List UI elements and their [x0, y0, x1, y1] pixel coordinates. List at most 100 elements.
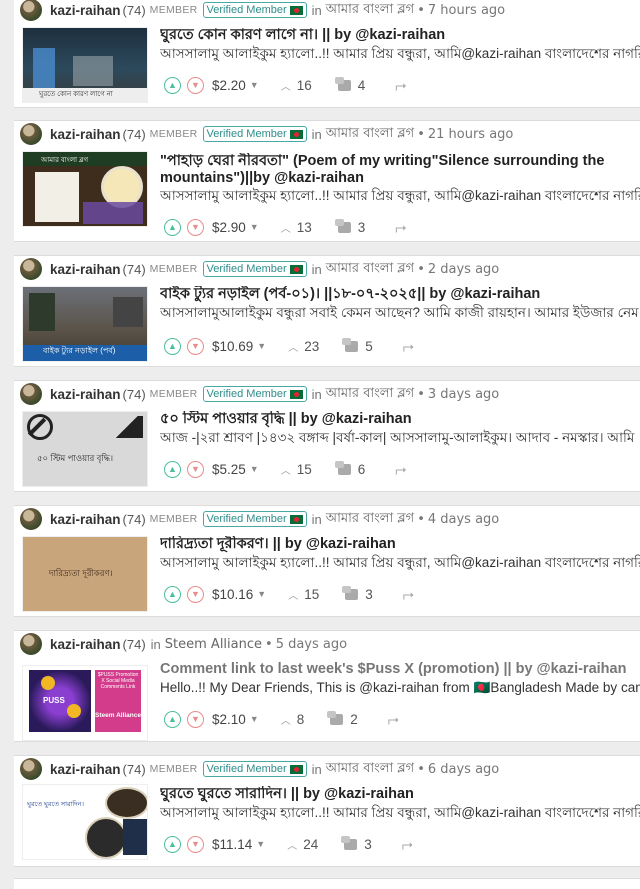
post-payout[interactable]: $2.90: [212, 220, 246, 235]
post-thumbnail[interactable]: দারিদ্র্যতা দূরীকরণ।: [22, 536, 148, 612]
post-thumbnail[interactable]: ঘুরতে কোন কারণ লাগে না: [22, 27, 148, 103]
community-link[interactable]: আমার বাংলা ব্লগ: [326, 259, 414, 280]
community-link[interactable]: আমার বাংলা ব্লগ: [326, 384, 414, 405]
caret-down-icon[interactable]: ▼: [250, 80, 259, 90]
upvote-icon[interactable]: ▲: [164, 218, 181, 236]
post-thumbnail[interactable]: ৫০ স্টিম পাওয়ার বৃদ্ধি।: [22, 411, 148, 487]
downvote-icon[interactable]: ▼: [187, 460, 204, 478]
comment-count[interactable]: 3: [341, 835, 372, 852]
vote-count[interactable]: ︿ 24: [287, 837, 318, 852]
community-link[interactable]: আমার বাংলা ব্লগ: [326, 124, 414, 145]
downvote-icon[interactable]: ▼: [187, 76, 204, 94]
chevron-up-icon: ︿: [288, 342, 299, 354]
community-link[interactable]: আমার বাংলা ব্লগ: [326, 759, 414, 780]
post-time[interactable]: 4 days ago: [428, 512, 499, 527]
caret-down-icon[interactable]: ▼: [250, 464, 259, 474]
caret-down-icon[interactable]: ▼: [250, 222, 259, 232]
downvote-icon[interactable]: ▼: [187, 835, 204, 853]
post-payout[interactable]: $10.69: [212, 339, 253, 354]
vote-count[interactable]: ︿ 15: [281, 462, 312, 477]
resteem-icon[interactable]: ⮣: [395, 77, 406, 94]
resteem-icon[interactable]: ⮣: [395, 461, 406, 478]
comment-count[interactable]: 2: [327, 710, 358, 727]
author-link[interactable]: kazi-raihan: [50, 127, 121, 142]
post-title[interactable]: ৫০ স্টিম পাওয়ার বৃদ্ধি || by @kazi-raih…: [160, 411, 640, 428]
post-payout[interactable]: $5.25: [212, 462, 246, 477]
author-link[interactable]: kazi-raihan: [50, 387, 121, 402]
author-link[interactable]: kazi-raihan: [50, 512, 121, 527]
comment-count[interactable]: 5: [342, 337, 373, 354]
comment-count[interactable]: 3: [342, 585, 373, 602]
post-time[interactable]: 3 days ago: [428, 387, 499, 402]
author-link[interactable]: kazi-raihan: [50, 3, 121, 18]
post-excerpt[interactable]: আজ -|২রা শ্রাবণ |১৪৩২ বঙ্গাব্দ |বর্ষা-কা…: [160, 429, 640, 446]
author-link[interactable]: kazi-raihan: [50, 762, 121, 777]
vote-count[interactable]: ︿ 23: [288, 339, 319, 354]
post-excerpt[interactable]: আসসালামু আলাইকুম হ্যালো..!! আমার প্রিয় …: [160, 45, 640, 62]
community-link[interactable]: Steem Alliance: [165, 637, 262, 652]
resteem-icon[interactable]: ⮣: [403, 338, 414, 355]
post-time[interactable]: 5 days ago: [276, 637, 347, 652]
caret-down-icon[interactable]: ▼: [256, 839, 265, 849]
vote-count[interactable]: ︿ 15: [288, 587, 319, 602]
comment-count[interactable]: 6: [334, 460, 365, 477]
resteem-icon[interactable]: ⮣: [395, 219, 406, 236]
upvote-icon[interactable]: ▲: [164, 585, 181, 603]
resteem-icon[interactable]: ⮣: [403, 586, 414, 603]
post-thumbnail[interactable]: আমার বাংলা ব্লগ: [22, 151, 148, 227]
caret-down-icon[interactable]: ▼: [257, 341, 266, 351]
post-excerpt[interactable]: আসসালামু আলাইকুম হ্যালো..!! আমার প্রিয় …: [160, 804, 640, 821]
post-time[interactable]: 7 hours ago: [428, 3, 505, 18]
caret-down-icon[interactable]: ▼: [257, 589, 266, 599]
post-excerpt[interactable]: আসসালামু আলাইকুম হ্যালো..!! আমার প্রিয় …: [160, 187, 640, 204]
author-avatar[interactable]: [20, 383, 42, 405]
vote-count[interactable]: ︿ 16: [281, 78, 312, 93]
post-payout[interactable]: $2.20: [212, 78, 246, 93]
downvote-icon[interactable]: ▼: [187, 218, 204, 236]
upvote-icon[interactable]: ▲: [164, 337, 181, 355]
upvote-icon[interactable]: ▲: [164, 76, 181, 94]
author-link[interactable]: kazi-raihan: [50, 262, 121, 277]
author-avatar[interactable]: [20, 758, 42, 780]
upvote-icon[interactable]: ▲: [164, 460, 181, 478]
upvote-icon[interactable]: ▲: [164, 710, 181, 728]
resteem-icon[interactable]: ⮣: [402, 836, 413, 853]
vote-count[interactable]: ︿ 8: [281, 712, 305, 727]
comment-count[interactable]: 3: [334, 218, 365, 235]
vote-count[interactable]: ︿ 13: [281, 220, 312, 235]
author-avatar[interactable]: [20, 258, 42, 280]
downvote-icon[interactable]: ▼: [187, 710, 204, 728]
post-time[interactable]: 21 hours ago: [428, 127, 514, 142]
post-title[interactable]: দারিদ্র্যতা দূরীকরণ। || by @kazi-raihan: [160, 536, 640, 553]
caret-down-icon[interactable]: ▼: [250, 714, 259, 724]
post-time[interactable]: 2 days ago: [428, 262, 499, 277]
post-payout[interactable]: $11.14: [212, 837, 252, 852]
post-title[interactable]: "পাহাড় ঘেরা নীরবতা" (Poem of my writing…: [160, 153, 610, 187]
post-thumbnail[interactable]: ঘুরতে ঘুরতে সারাদিন।: [22, 784, 148, 860]
downvote-icon[interactable]: ▼: [187, 585, 204, 603]
post-title[interactable]: ঘুরতে কোন কারণ লাগে না। || by @kazi-raih…: [160, 27, 640, 44]
post-card: kazi-raihan (74) MEMBER Verified Member …: [14, 380, 640, 492]
community-link[interactable]: আমার বাংলা ব্লগ: [326, 509, 414, 530]
author-avatar[interactable]: [20, 508, 42, 530]
post-title[interactable]: বাইক ট্যুর নড়াইল (পর্ব-০১)। ||১৮-০৭-২০২…: [160, 286, 640, 303]
post-title[interactable]: ঘুরতে ঘুরতে সারাদিন। || by @kazi-raihan: [160, 786, 640, 803]
resteem-icon[interactable]: ⮣: [388, 711, 399, 728]
author-avatar[interactable]: [20, 0, 42, 21]
post-excerpt[interactable]: আসসালামুআলাইকুম বন্ধুরা সবাই কেমন আছেন? …: [160, 304, 640, 321]
author-link[interactable]: kazi-raihan: [50, 637, 121, 652]
post-payout[interactable]: $10.16: [212, 587, 253, 602]
community-link[interactable]: আমার বাংলা ব্লগ: [326, 0, 414, 21]
post-title[interactable]: Comment link to last week's $Puss X (pro…: [160, 661, 640, 678]
post-excerpt[interactable]: Hello..!! My Dear Friends, This is @kazi…: [160, 679, 640, 696]
author-avatar[interactable]: [20, 123, 42, 145]
post-time[interactable]: 6 days ago: [428, 762, 499, 777]
downvote-icon[interactable]: ▼: [187, 337, 204, 355]
comment-count[interactable]: 4: [334, 76, 365, 93]
post-thumbnail[interactable]: বাইক ট্যুর নড়াইল (পর্ব): [22, 286, 148, 362]
author-avatar[interactable]: [20, 633, 42, 655]
post-payout[interactable]: $2.10: [212, 712, 246, 727]
upvote-icon[interactable]: ▲: [164, 835, 181, 853]
post-excerpt[interactable]: আসসালামু আলাইকুম হ্যালো..!! আমার প্রিয় …: [160, 554, 640, 571]
post-thumbnail[interactable]: PUSS $PUSS Promotion X Social Media Comm…: [22, 665, 148, 741]
